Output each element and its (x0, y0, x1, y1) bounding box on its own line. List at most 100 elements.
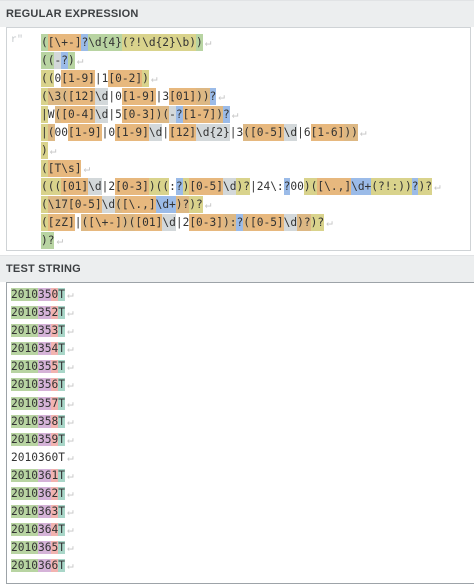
test-segment: 35 (37, 342, 52, 356)
regex-token: )( (121, 214, 136, 231)
regex-token: [0-5] (189, 178, 223, 195)
regex-token: ? (175, 178, 183, 195)
test-line: 2010353T ↵ (11, 322, 74, 340)
regex-line: |(00[1-9]|0[1-9]\d|[12]\d{2}|3([0-5]\d|6… (41, 124, 441, 142)
regex-token: ) (67, 52, 75, 69)
regex-token: [1-9] (61, 70, 95, 87)
regex-token: [0-4] (61, 106, 95, 123)
test-segment: 2010 (11, 450, 38, 464)
regex-token: )( (303, 178, 318, 195)
regex-token: [01] (61, 178, 89, 195)
test-section-title: TEST STRING (6, 263, 81, 275)
test-segment: 36 (37, 541, 52, 555)
test-segment: T (58, 505, 65, 519)
regex-token: )(( (148, 178, 170, 195)
regex-token: \d (88, 178, 102, 195)
regex-token: | (94, 72, 102, 85)
regex-token: \d (283, 214, 298, 231)
regex-line: (\3([12]\d|0[1-9]|3[01]))? ↵ (41, 88, 441, 106)
line-break-icon: ↵ (218, 90, 226, 103)
test-segment: T (58, 450, 65, 464)
test-segment: 2010 (11, 541, 38, 555)
regex-token: [0-5] (249, 214, 284, 231)
test-line: 2010357T ↵ (11, 395, 74, 413)
test-segment: 2010 (11, 396, 38, 410)
test-segment: 35 (37, 378, 52, 392)
regex-token: \d (101, 196, 116, 213)
regex-token: \d (94, 106, 109, 123)
test-segment: T (58, 487, 65, 501)
line-break-icon: ↵ (83, 162, 91, 175)
regex-token: 24\: (256, 180, 284, 193)
test-line: 2010365T ↵ (11, 539, 74, 557)
test-segment: 36 (37, 505, 52, 519)
regex-token: ) (196, 34, 203, 51)
line-break-icon: ↵ (359, 126, 367, 139)
regex-token: [1-7] (182, 106, 217, 123)
test-lines: 2010350T ↵ 2010352T ↵ 2010353T ↵ 2010354T ↵ 2010… (11, 286, 74, 576)
line-break-icon: ↵ (204, 198, 212, 211)
test-segment: 2010 (11, 432, 38, 446)
regex-token: 00 (290, 180, 304, 193)
test-line: 2010363T ↵ (11, 503, 74, 521)
regex-token: ( (115, 196, 122, 213)
regex-line: ((0[1-9]|1[0-2]) ↵ (41, 70, 441, 88)
regex-token: [0-5] (249, 124, 284, 141)
line-break-icon: ↵ (66, 288, 74, 301)
regex-token: : (169, 180, 176, 193)
regex-token: \d (148, 124, 163, 141)
test-segment: 2010 (11, 559, 38, 573)
test-segment: 35 (37, 360, 52, 374)
test-segment: 2010 (11, 288, 38, 301)
regex-token: [1-9] (115, 124, 149, 141)
test-line: 2010361T ↵ (11, 467, 74, 485)
regex-token: [\+-] (88, 214, 122, 231)
regex-token: [1-6] (310, 124, 345, 141)
regex-token: )( (155, 106, 170, 123)
test-segment: 2010 (11, 487, 38, 501)
test-segment: 2010 (11, 414, 38, 428)
test-segment: 35 (37, 306, 52, 320)
line-break-icon: ↵ (66, 505, 74, 519)
regex-token: \d+ (155, 196, 176, 213)
line-break-icon: ↵ (66, 432, 74, 446)
regex-token: ( (243, 214, 250, 231)
line-break-icon: ↵ (49, 144, 57, 157)
regex-token: [01] (135, 214, 163, 231)
test-section-header: TEST STRING (0, 255, 474, 282)
regex-token: [\.,] (121, 196, 156, 213)
regex-line: ((-?) ↵ (41, 52, 441, 70)
test-segment: T (58, 414, 65, 428)
test-string-editor[interactable]: 2010350T ↵ 2010352T ↵ 2010353T ↵ 2010354T ↵ 2010… (6, 282, 474, 584)
regex-token: ) (41, 142, 48, 159)
line-break-icon: ↵ (66, 414, 74, 428)
regex-editor[interactable]: r" ([\+-]?\d{4}(?!\d{2}\b)) ↵ ((-?) ↵ ((0[1-… (6, 27, 471, 251)
test-line: 2010364T ↵ (11, 521, 74, 539)
test-segment: T (58, 342, 65, 356)
regex-token: [12] (169, 124, 197, 141)
regex-token: \d (223, 178, 237, 195)
test-segment: 2010 (11, 306, 38, 320)
regex-token: W (47, 108, 55, 121)
regex-token: \d (94, 88, 109, 105)
regex-token: ( (41, 196, 48, 213)
test-line: 2010356T ↵ (11, 376, 74, 394)
regex-token: )? (297, 214, 311, 231)
regex-token: [1-9] (121, 88, 156, 105)
test-segment: 35 (37, 324, 52, 338)
test-segment: T (58, 288, 65, 301)
regex-token: (( (41, 70, 55, 87)
test-segment: T (58, 432, 65, 446)
test-segment: T (58, 306, 65, 320)
regex-token: 5 (115, 108, 122, 121)
regex-token: [01] (169, 88, 197, 105)
test-segment: T (58, 559, 65, 573)
regex-token: \17 (47, 196, 68, 213)
regex-token: 0 (115, 90, 122, 103)
regex-token: (?!: (371, 178, 399, 195)
regex-token: (?! (121, 34, 143, 51)
regex-token: ? (175, 106, 183, 123)
regex-token: ( (41, 88, 48, 105)
regex-token: ? (61, 52, 68, 69)
line-break-icon: ↵ (56, 234, 64, 247)
